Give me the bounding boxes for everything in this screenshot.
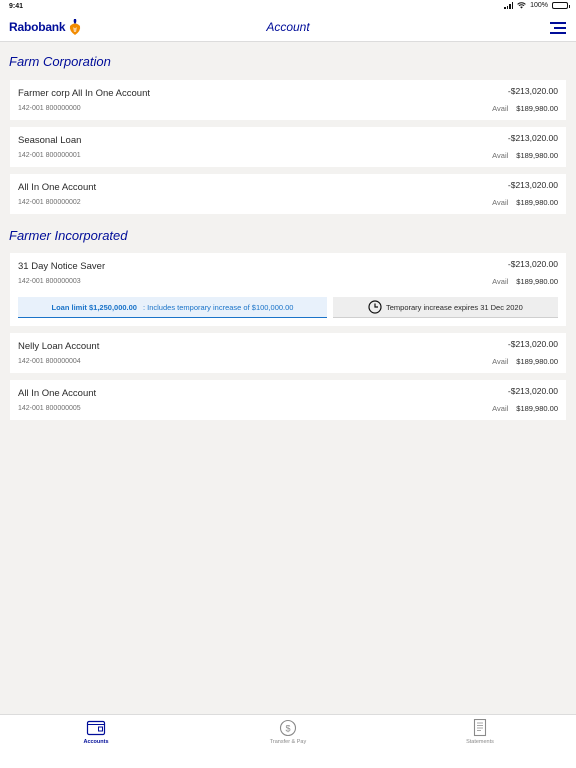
avail-amount: $189,980.00 (516, 404, 558, 413)
group-title-farm-corporation: Farm Corporation (9, 54, 111, 69)
account-name: 31 Day Notice Saver (18, 261, 106, 272)
dollar-circle-icon: $ (279, 719, 297, 737)
tab-label: Transfer & Pay (269, 739, 307, 745)
account-balance: -$213,020.00 (507, 86, 558, 96)
available-balance: Avail $189,980.00 (492, 357, 558, 366)
avail-amount: $189,980.00 (516, 277, 558, 286)
bottom-tab-bar: Accounts $ Transfer & Pay Statements (0, 714, 576, 768)
document-icon (473, 719, 487, 737)
account-number: 142-001 800000002 (18, 199, 81, 206)
avail-label: Avail (492, 198, 509, 207)
account-card[interactable]: All In One Account 142-001 800000005 -$2… (10, 380, 566, 420)
avail-label: Avail (492, 277, 509, 286)
loan-limit-text: Loan limit $1,250,000.00 (51, 302, 137, 312)
status-time: 9:41 (9, 3, 24, 10)
account-card[interactable]: Seasonal Loan 142-001 800000001 -$213,02… (10, 127, 566, 167)
avail-amount: $189,980.00 (516, 151, 558, 160)
wifi-icon (517, 2, 526, 9)
tab-statements[interactable]: Statements (430, 719, 530, 745)
account-name: Nelly Loan Account (18, 341, 100, 352)
app-header: Rabobank Account (0, 14, 576, 42)
menu-icon[interactable] (550, 22, 566, 34)
account-name: Seasonal Loan (18, 135, 82, 146)
battery-icon (552, 2, 570, 9)
account-name: All In One Account (18, 388, 97, 399)
account-number: 142-001 800000004 (18, 358, 81, 365)
temporary-increase-banner: Temporary increase expires 31 Dec 2020 (333, 297, 558, 318)
avail-label: Avail (492, 104, 509, 113)
tab-label: Accounts (83, 739, 109, 745)
clock-icon (368, 300, 382, 314)
available-balance: Avail $189,980.00 (492, 104, 558, 113)
wallet-icon (86, 720, 106, 736)
available-balance: Avail $189,980.00 (492, 277, 558, 286)
account-balance: -$213,020.00 (507, 386, 558, 396)
account-card[interactable]: 31 Day Notice Saver 142-001 800000003 -$… (10, 253, 566, 326)
page-title: Account (266, 20, 310, 34)
available-balance: Avail $189,980.00 (492, 404, 558, 413)
group-title-farmer-incorporated: Farmer Incorporated (9, 228, 128, 243)
avail-label: Avail (492, 404, 509, 413)
account-card[interactable]: All In One Account 142-001 800000002 -$2… (10, 174, 566, 214)
account-card[interactable]: Farmer corp All In One Account 142-001 8… (10, 80, 566, 120)
avail-amount: $189,980.00 (516, 104, 558, 113)
account-card[interactable]: Nelly Loan Account 142-001 800000004 -$2… (10, 333, 566, 373)
svg-text:$: $ (285, 724, 290, 734)
battery-percentage: 100% (530, 2, 548, 9)
account-name: Farmer corp All In One Account (18, 88, 151, 99)
tab-label: Statements (466, 739, 494, 745)
account-balance: -$213,020.00 (507, 133, 558, 143)
loan-limit-banner: Loan limit $1,250,000.00 : Includes temp… (18, 297, 327, 318)
tab-transfer-pay[interactable]: $ Transfer & Pay (238, 719, 338, 745)
avail-amount: $189,980.00 (516, 198, 558, 207)
avail-label: Avail (492, 357, 509, 366)
account-balance: -$213,020.00 (507, 259, 558, 269)
account-number: 142-001 800000005 (18, 405, 81, 412)
available-balance: Avail $189,980.00 (492, 198, 558, 207)
status-indicators: 100% (504, 2, 570, 9)
available-balance: Avail $189,980.00 (492, 151, 558, 160)
account-balance: -$213,020.00 (507, 339, 558, 349)
account-number: 142-001 800000001 (18, 152, 81, 159)
account-number: 142-001 800000000 (18, 105, 81, 112)
temporary-increase-text: Temporary increase expires 31 Dec 2020 (386, 302, 523, 312)
status-bar: 9:41 100% (0, 0, 576, 14)
cellular-signal-icon (504, 2, 514, 9)
account-name: All In One Account (18, 182, 97, 193)
account-number: 142-001 800000003 (18, 278, 81, 285)
avail-amount: $189,980.00 (516, 357, 558, 366)
tab-accounts[interactable]: Accounts (46, 719, 146, 745)
avail-label: Avail (492, 151, 509, 160)
loan-limit-note: : Includes temporary increase of $100,00… (142, 302, 294, 312)
account-balance: -$213,020.00 (507, 180, 558, 190)
